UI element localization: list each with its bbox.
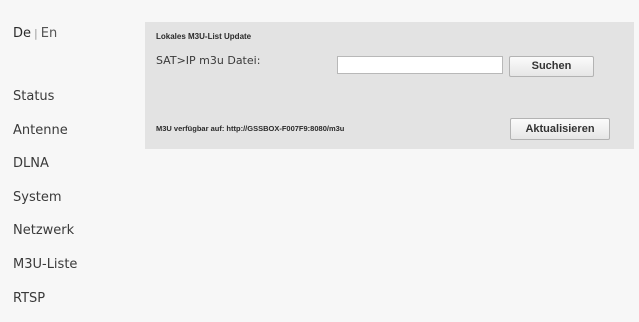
- search-button[interactable]: Suchen: [509, 56, 594, 77]
- language-switcher: De | En: [13, 26, 57, 41]
- language-en-link[interactable]: En: [41, 26, 57, 41]
- panel-title: Lokales M3U-List Update: [156, 32, 252, 41]
- sidebar-item-rtsp[interactable]: RTSP: [13, 289, 77, 322]
- sidebar-nav: Status Antenne DLNA System Netzwerk M3U-…: [13, 87, 77, 322]
- m3u-file-input[interactable]: [337, 56, 503, 74]
- language-de-link[interactable]: De: [13, 26, 31, 41]
- sidebar-item-dlna[interactable]: DLNA: [13, 154, 77, 188]
- language-separator: |: [34, 27, 38, 40]
- sidebar-item-antenne[interactable]: Antenne: [13, 121, 77, 155]
- sidebar-item-netzwerk[interactable]: Netzwerk: [13, 221, 77, 255]
- sidebar-item-status[interactable]: Status: [13, 87, 77, 121]
- update-button[interactable]: Aktualisieren: [510, 118, 610, 140]
- sidebar-item-system[interactable]: System: [13, 188, 77, 222]
- m3u-availability-text: M3U verfügbar auf: http://GSSBOX-F007F9:…: [156, 124, 345, 133]
- sat-ip-file-label: SAT>IP m3u Datei:: [156, 54, 261, 67]
- sidebar-item-m3u-liste[interactable]: M3U-Liste: [13, 255, 77, 289]
- m3u-update-panel: Lokales M3U-List Update SAT>IP m3u Datei…: [145, 22, 634, 149]
